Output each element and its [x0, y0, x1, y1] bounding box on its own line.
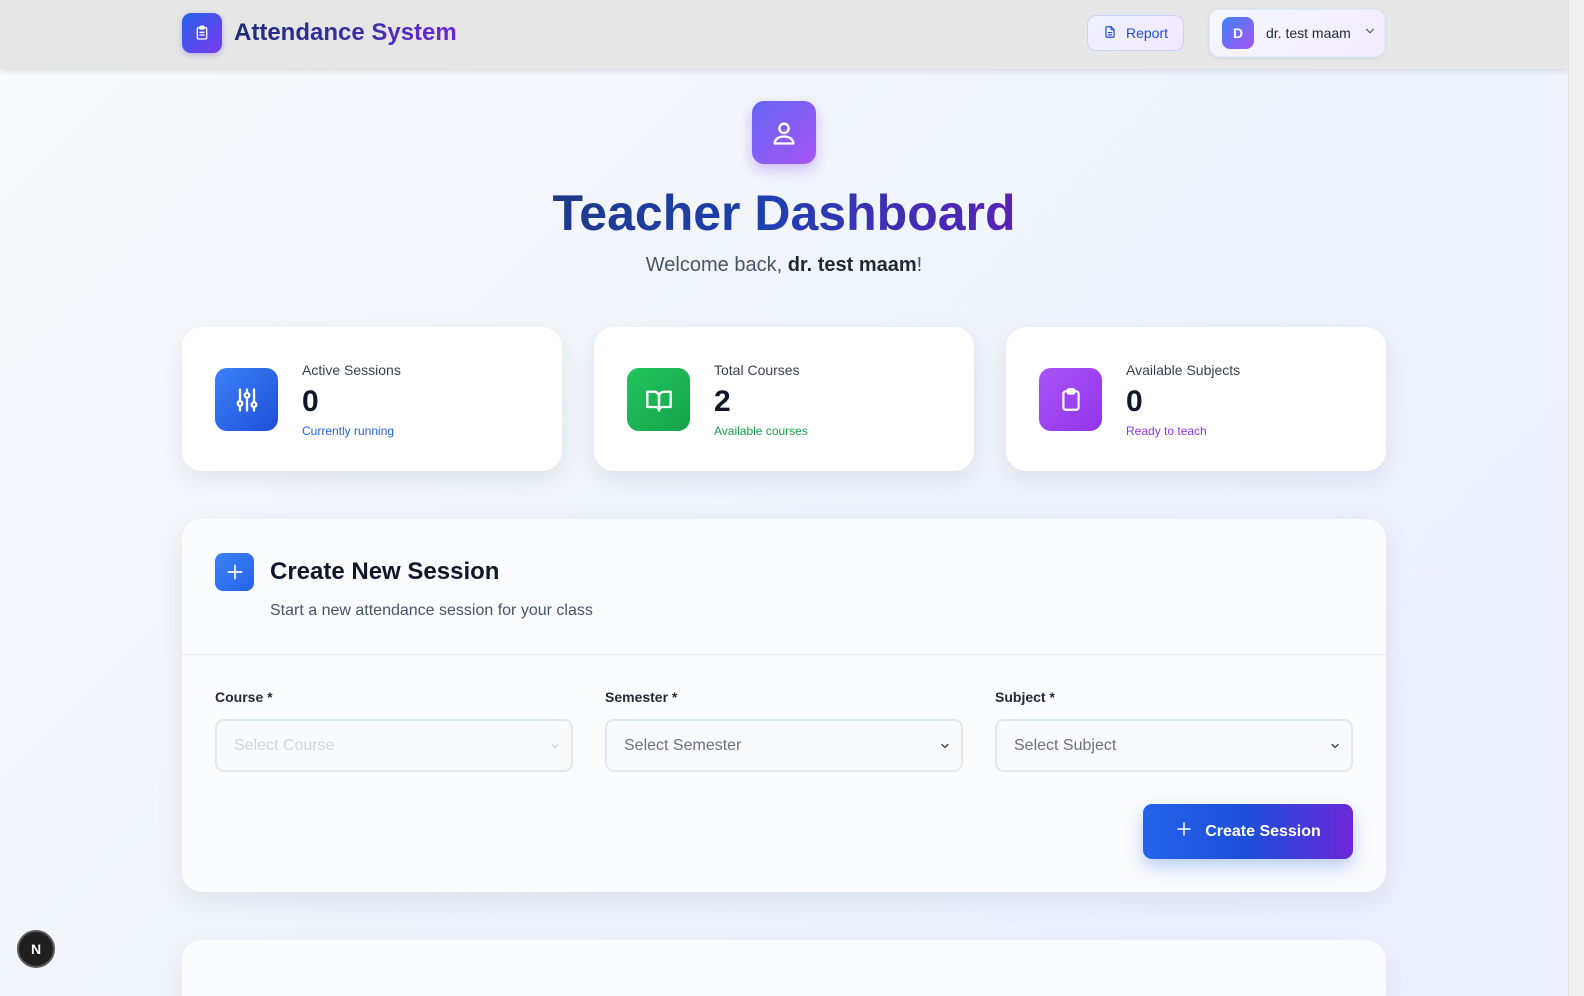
user-icon — [752, 101, 816, 164]
clipboard-icon — [1039, 368, 1102, 431]
semester-placeholder: Select Semester — [624, 736, 742, 754]
section-description: Start a new attendance session for your … — [270, 602, 593, 619]
subject-placeholder: Select Subject — [1014, 736, 1117, 754]
subject-select[interactable]: Select Subject — [995, 719, 1353, 772]
semester-select[interactable]: Select Semester — [605, 719, 963, 772]
course-placeholder: Select Course — [234, 736, 335, 754]
divider — [182, 654, 1386, 655]
chevron-down-icon — [549, 739, 561, 757]
book-icon — [627, 368, 690, 431]
sliders-icon — [215, 368, 278, 431]
stat-value: 0 — [1126, 385, 1143, 418]
welcome-user-name: dr. test maam — [787, 254, 917, 276]
stat-label: Available Subjects — [1126, 362, 1241, 378]
subject-label: Subject * — [995, 689, 1055, 705]
report-label: Report — [1125, 25, 1169, 41]
welcome-message: Welcome back, dr. test maam! — [645, 254, 923, 276]
scrollbar[interactable] — [1568, 0, 1584, 996]
create-session-button[interactable]: Create Session — [1143, 804, 1353, 859]
stat-card-total-courses: Total Courses 2 Available courses — [594, 327, 974, 471]
brand-name: Attendance System — [234, 19, 457, 46]
user-name: dr. test maam — [1266, 25, 1351, 41]
brand[interactable]: Attendance System — [182, 13, 457, 53]
stat-value: 2 — [714, 385, 731, 418]
plus-icon — [1175, 820, 1193, 843]
plus-icon — [215, 553, 254, 591]
chevron-down-icon — [939, 739, 951, 757]
stat-subtext: Currently running — [302, 424, 395, 438]
report-button[interactable]: Report — [1087, 15, 1184, 51]
stat-value: 0 — [302, 385, 319, 418]
stat-subtext: Ready to teach — [1126, 424, 1207, 438]
dev-tools-badge[interactable]: N — [17, 930, 55, 968]
clipboard-logo-icon — [182, 13, 222, 53]
top-navbar: Attendance System Report D dr. test maam — [0, 0, 1568, 69]
user-menu[interactable]: D dr. test maam — [1209, 9, 1385, 57]
stat-card-active-sessions: Active Sessions 0 Currently running — [182, 327, 562, 471]
stat-card-available-subjects: Available Subjects 0 Ready to teach — [1006, 327, 1386, 471]
course-select[interactable]: Select Course — [215, 719, 573, 772]
create-session-label: Create Session — [1205, 822, 1321, 840]
avatar: D — [1222, 17, 1254, 49]
chevron-down-icon — [1329, 739, 1341, 757]
course-label: Course * — [215, 689, 273, 705]
chevron-down-icon — [1363, 24, 1377, 43]
next-section-card — [182, 940, 1386, 996]
semester-label: Semester * — [605, 689, 678, 705]
stat-label: Total Courses — [714, 362, 800, 378]
create-session-card: Create New Session Start a new attendanc… — [182, 519, 1386, 892]
stat-label: Active Sessions — [302, 362, 401, 378]
section-title: Create New Session — [270, 558, 500, 585]
page-title: Teacher Dashboard — [552, 185, 1016, 241]
stat-subtext: Available courses — [714, 424, 808, 438]
document-icon — [1103, 25, 1117, 42]
